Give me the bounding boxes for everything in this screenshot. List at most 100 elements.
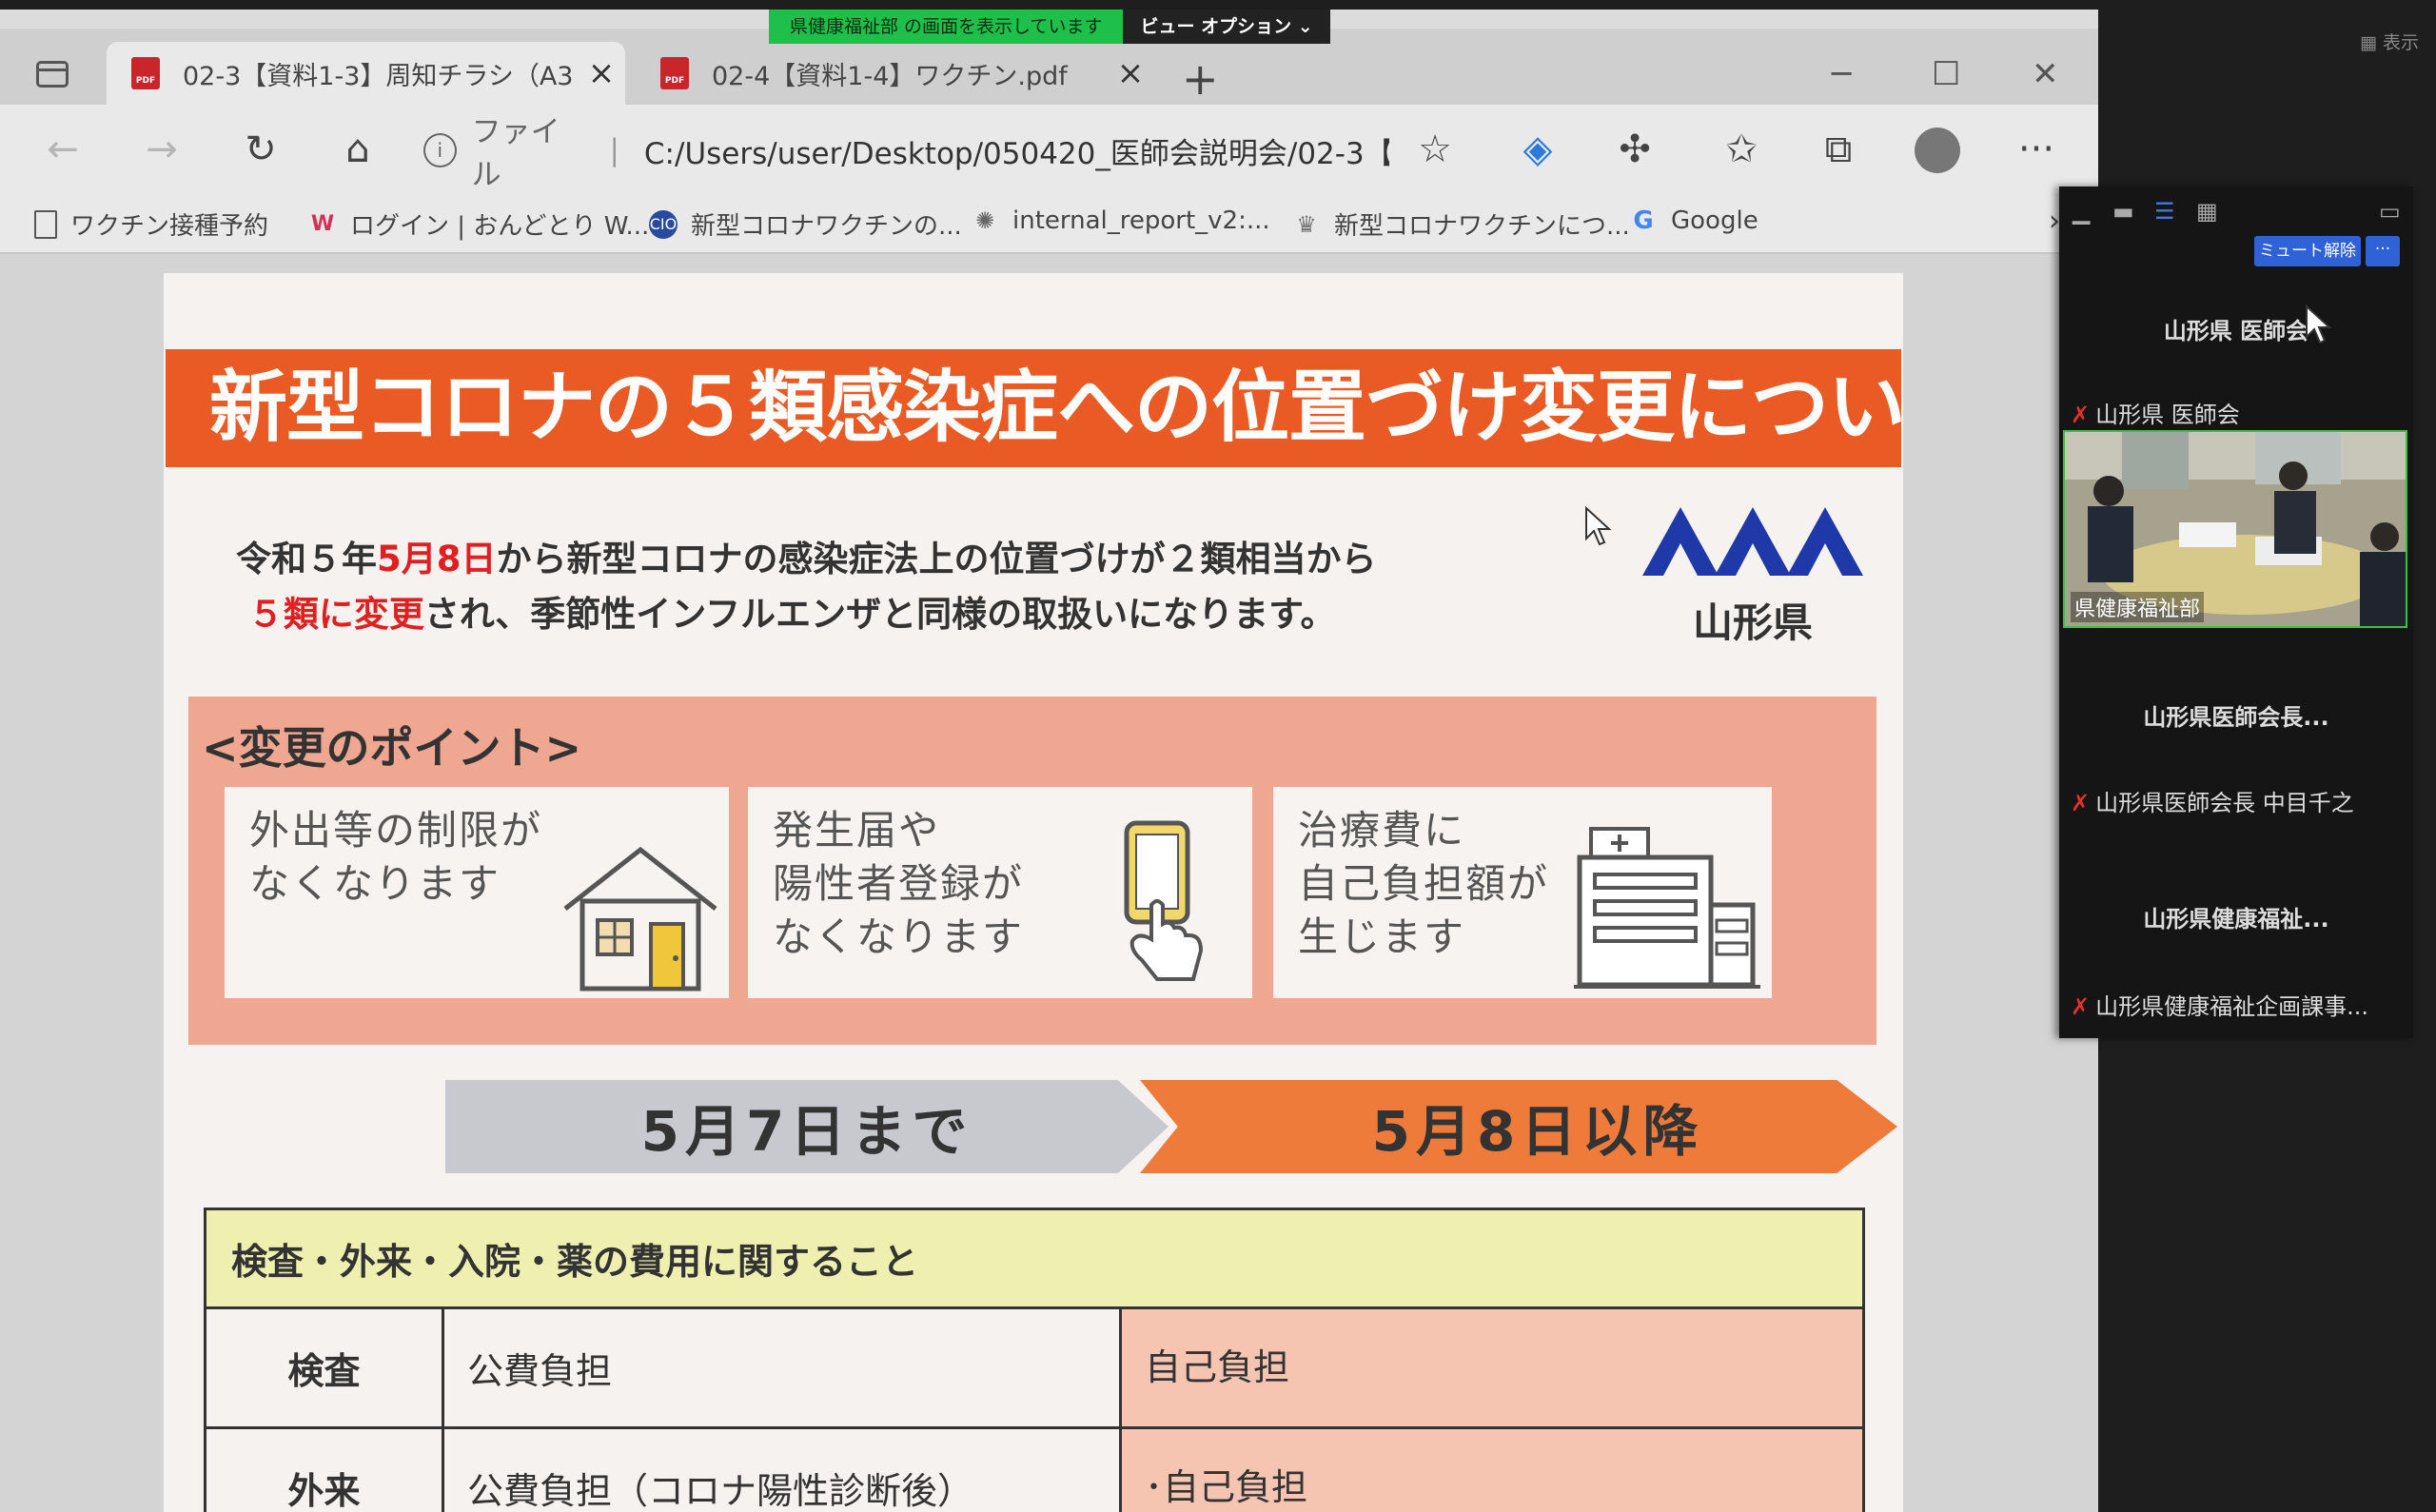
tab-actions-icon[interactable] [36, 61, 69, 88]
minimize-icon[interactable]: ─ [1832, 55, 1851, 93]
screen-share-banner: 県健康福祉部 の画面を表示しています ビュー オプション ⌄ [769, 10, 1330, 44]
ministry-icon: ♛ [1296, 210, 1317, 238]
refresh-icon[interactable]: ↻ [232, 126, 289, 173]
table-row: 外来 公費負担（コロナ陽性診断後） ･自己負担 [204, 1426, 1865, 1512]
add-favorite-icon[interactable]: ☆ [1406, 126, 1464, 173]
profile-avatar-icon[interactable] [1915, 128, 1960, 173]
point-card-reporting: 発生届や 陽性者登録が なくなります [748, 787, 1252, 998]
close-tab-icon[interactable]: × [578, 54, 625, 92]
bookmark-vaccine-reservation[interactable]: ワクチン接種予約 [34, 206, 268, 242]
bookmark-covid-vaccine-1[interactable]: CIO 新型コロナワクチンの... [649, 206, 962, 242]
share-status-text: 県健康福祉部 の画面を表示しています [769, 10, 1124, 44]
browser-window: 県健康福祉部 の画面を表示しています ビュー オプション ⌄ PDF 02-3【… [0, 10, 2098, 1512]
table-row: 検査 公費負担 自己負担 [204, 1306, 1865, 1429]
table-header-row: 検査・外来・入院・薬の費用に関すること [204, 1208, 1865, 1309]
grid-icon: ▦ [2360, 32, 2383, 53]
participant-name: ✗ 山形県 医師会 [2071, 402, 2240, 428]
strip-view-icon[interactable]: ☰ [2154, 198, 2175, 225]
url-text[interactable]: C:/Users/user/Desktop/050420_医師会説明会/02-3… [644, 129, 1389, 172]
page-icon [34, 209, 57, 239]
pdf-icon: PDF [660, 57, 689, 89]
point-card-restrictions: 外出等の制限が なくなります [225, 787, 729, 998]
close-window-icon[interactable]: ✕ [2032, 55, 2059, 93]
unmute-button[interactable]: ミュート解除 [2254, 236, 2361, 266]
prefecture-name: 山形県 [1692, 599, 1813, 646]
after-period-label: 5月8日以降 [1140, 1080, 1897, 1173]
mouse-cursor-icon [1585, 506, 1612, 546]
view-options-button[interactable]: ビュー オプション ⌄ [1123, 10, 1330, 44]
minimize-panel-icon[interactable]: ▁ [2073, 198, 2090, 225]
intro-text: 令和５年5月8日から新型コロナの感染症法上の位置づけが２類相当から ５類に変更さ… [236, 539, 1377, 635]
file-scheme-label: ファイル [471, 115, 560, 192]
mouse-cursor-icon [2306, 304, 2332, 344]
speaker-view-icon[interactable]: ▬ [2112, 198, 2134, 225]
point-card-treatment-cost: 治療費に 自己負担額が 生じます [1273, 787, 1772, 998]
spark-icon: ✺ [974, 207, 995, 234]
participant-title: 山形県健康福祉... [2143, 906, 2329, 933]
row-label: 外来 [204, 1426, 444, 1512]
house-icon [563, 846, 717, 992]
collections-icon[interactable]: ⧉ [1810, 126, 1867, 173]
row-label: 検査 [204, 1306, 444, 1429]
info-icon[interactable]: i [423, 133, 457, 167]
gallery-view-icon[interactable]: ▦ [2196, 198, 2218, 225]
before-cell: 公費負担 [442, 1306, 1122, 1429]
before-period-label: 5月7日まで [445, 1080, 1169, 1173]
bookmark-ondotori[interactable]: W ログイン | おんどとり W... [308, 206, 649, 242]
document-title: 新型コロナの５類感染症への位置づけ変更について [166, 349, 1901, 467]
points-title: <変更のポイント> [202, 722, 582, 774]
home-icon[interactable]: ⌂ [329, 126, 386, 173]
bookmark-internal-report[interactable]: ✺ internal_report_v2:... [971, 206, 1270, 235]
class-change-text: ５類に変更 [247, 594, 424, 635]
navigation-toolbar: ← → ↻ ⌂ i ファイル | C:/Users/user/Desktop/0… [0, 105, 2098, 195]
view-toggle[interactable]: ▦ 表示 [2360, 29, 2419, 54]
favorites-icon[interactable]: ✩ [1713, 126, 1770, 173]
screen: 県健康福祉部 の画面を表示しています ビュー オプション ⌄ PDF 02-3【… [0, 0, 2436, 1512]
effective-date: 5月8日 [377, 539, 497, 579]
w-logo-icon: W [310, 211, 335, 236]
more-options-button[interactable]: ··· [2366, 236, 2400, 266]
pdf-page: 新型コロナの５類感染症への位置づけ変更について 令和５年5月8日から新型コロナの… [164, 273, 1903, 1512]
bookmark-covid-vaccine-2[interactable]: ♛ 新型コロナワクチンにつ... [1292, 206, 1630, 242]
mic-muted-icon: ✗ [2071, 993, 2091, 1020]
tab-vaccine-pdf[interactable]: PDF 02-4【資料1-4】ワクチン.pdf × [636, 42, 1154, 105]
bookmark-google[interactable]: G Google [1629, 206, 1758, 235]
yamagata-logo: 山形県 [1637, 501, 1869, 649]
video-label: 県健康福祉部 [2071, 592, 2205, 622]
mic-muted-icon: ✗ [2071, 402, 2091, 428]
extensions-puzzle-icon[interactable]: ✣ [1606, 126, 1663, 173]
after-cell: 自己負担 [1119, 1306, 1865, 1429]
new-tab-icon[interactable]: + [1182, 53, 1219, 105]
participant-title: 山形県医師会長... [2143, 704, 2329, 731]
google-icon: G [1633, 206, 1654, 235]
smartphone-tap-icon [1124, 820, 1204, 981]
cost-comparison-table: 検査・外来・入院・薬の費用に関すること 検査 公費負担 自己負担 外来 公費負担… [204, 1208, 1865, 1512]
popout-icon[interactable]: ▭ [2379, 198, 2401, 225]
participant-title: 山形県 医師会 [2163, 318, 2309, 344]
participant-name: ✗ 山形県健康福祉企画課事... [2071, 993, 2368, 1020]
address-bar[interactable]: i ファイル | C:/Users/user/Desktop/050420_医師… [423, 115, 1389, 192]
tab-flyer-pdf[interactable]: PDF 02-3【資料1-3】周知チラシ（A3･2ｇ × [107, 42, 625, 105]
hospital-icon [1574, 827, 1760, 989]
cio-logo-icon: CIO [649, 209, 678, 239]
tab-title: 02-3【資料1-3】周知チラシ（A3･2ｇ [183, 61, 578, 91]
yamagata-mark-icon [1642, 507, 1863, 576]
after-cell: ･自己負担 [1119, 1426, 1865, 1512]
table-header: 検査・外来・入院・薬の費用に関すること [204, 1208, 1865, 1309]
pdf-icon: PDF [131, 57, 160, 89]
close-tab-icon[interactable]: × [1107, 54, 1154, 92]
mic-muted-icon: ✗ [2071, 790, 2091, 816]
tab-title: 02-4【資料1-4】ワクチン.pdf [712, 61, 1068, 91]
forward-icon[interactable]: → [133, 126, 190, 173]
participant-name: ✗ 山形県医師会長 中目千之 [2071, 790, 2354, 816]
extension-shield-icon[interactable]: ◈ [1509, 126, 1566, 173]
before-cell: 公費負担（コロナ陽性診断後） [442, 1426, 1122, 1512]
more-menu-icon[interactable]: ··· [2008, 126, 2065, 173]
maximize-icon[interactable]: ☐ [1932, 55, 1960, 93]
video-tile[interactable]: 県健康福祉部 [2063, 430, 2407, 628]
bookmarks-bar: ワクチン接種予約 W ログイン | おんどとり W... CIO 新型コロナワク… [0, 195, 2098, 254]
back-icon[interactable]: ← [34, 126, 91, 173]
pdf-viewer[interactable]: 新型コロナの５類感染症への位置づけ変更について 令和５年5月8日から新型コロナの… [0, 254, 2098, 1512]
meeting-participant-panel: ▁ ▬ ☰ ▦ ▭ ミュート解除 ··· 山形県 医師会 ✗ 山形県 医師会 県… [2059, 187, 2413, 1038]
change-points-panel: <変更のポイント> 外出等の制限が なくなります 発生届や 陽性者登録が なくな… [188, 697, 1876, 1045]
